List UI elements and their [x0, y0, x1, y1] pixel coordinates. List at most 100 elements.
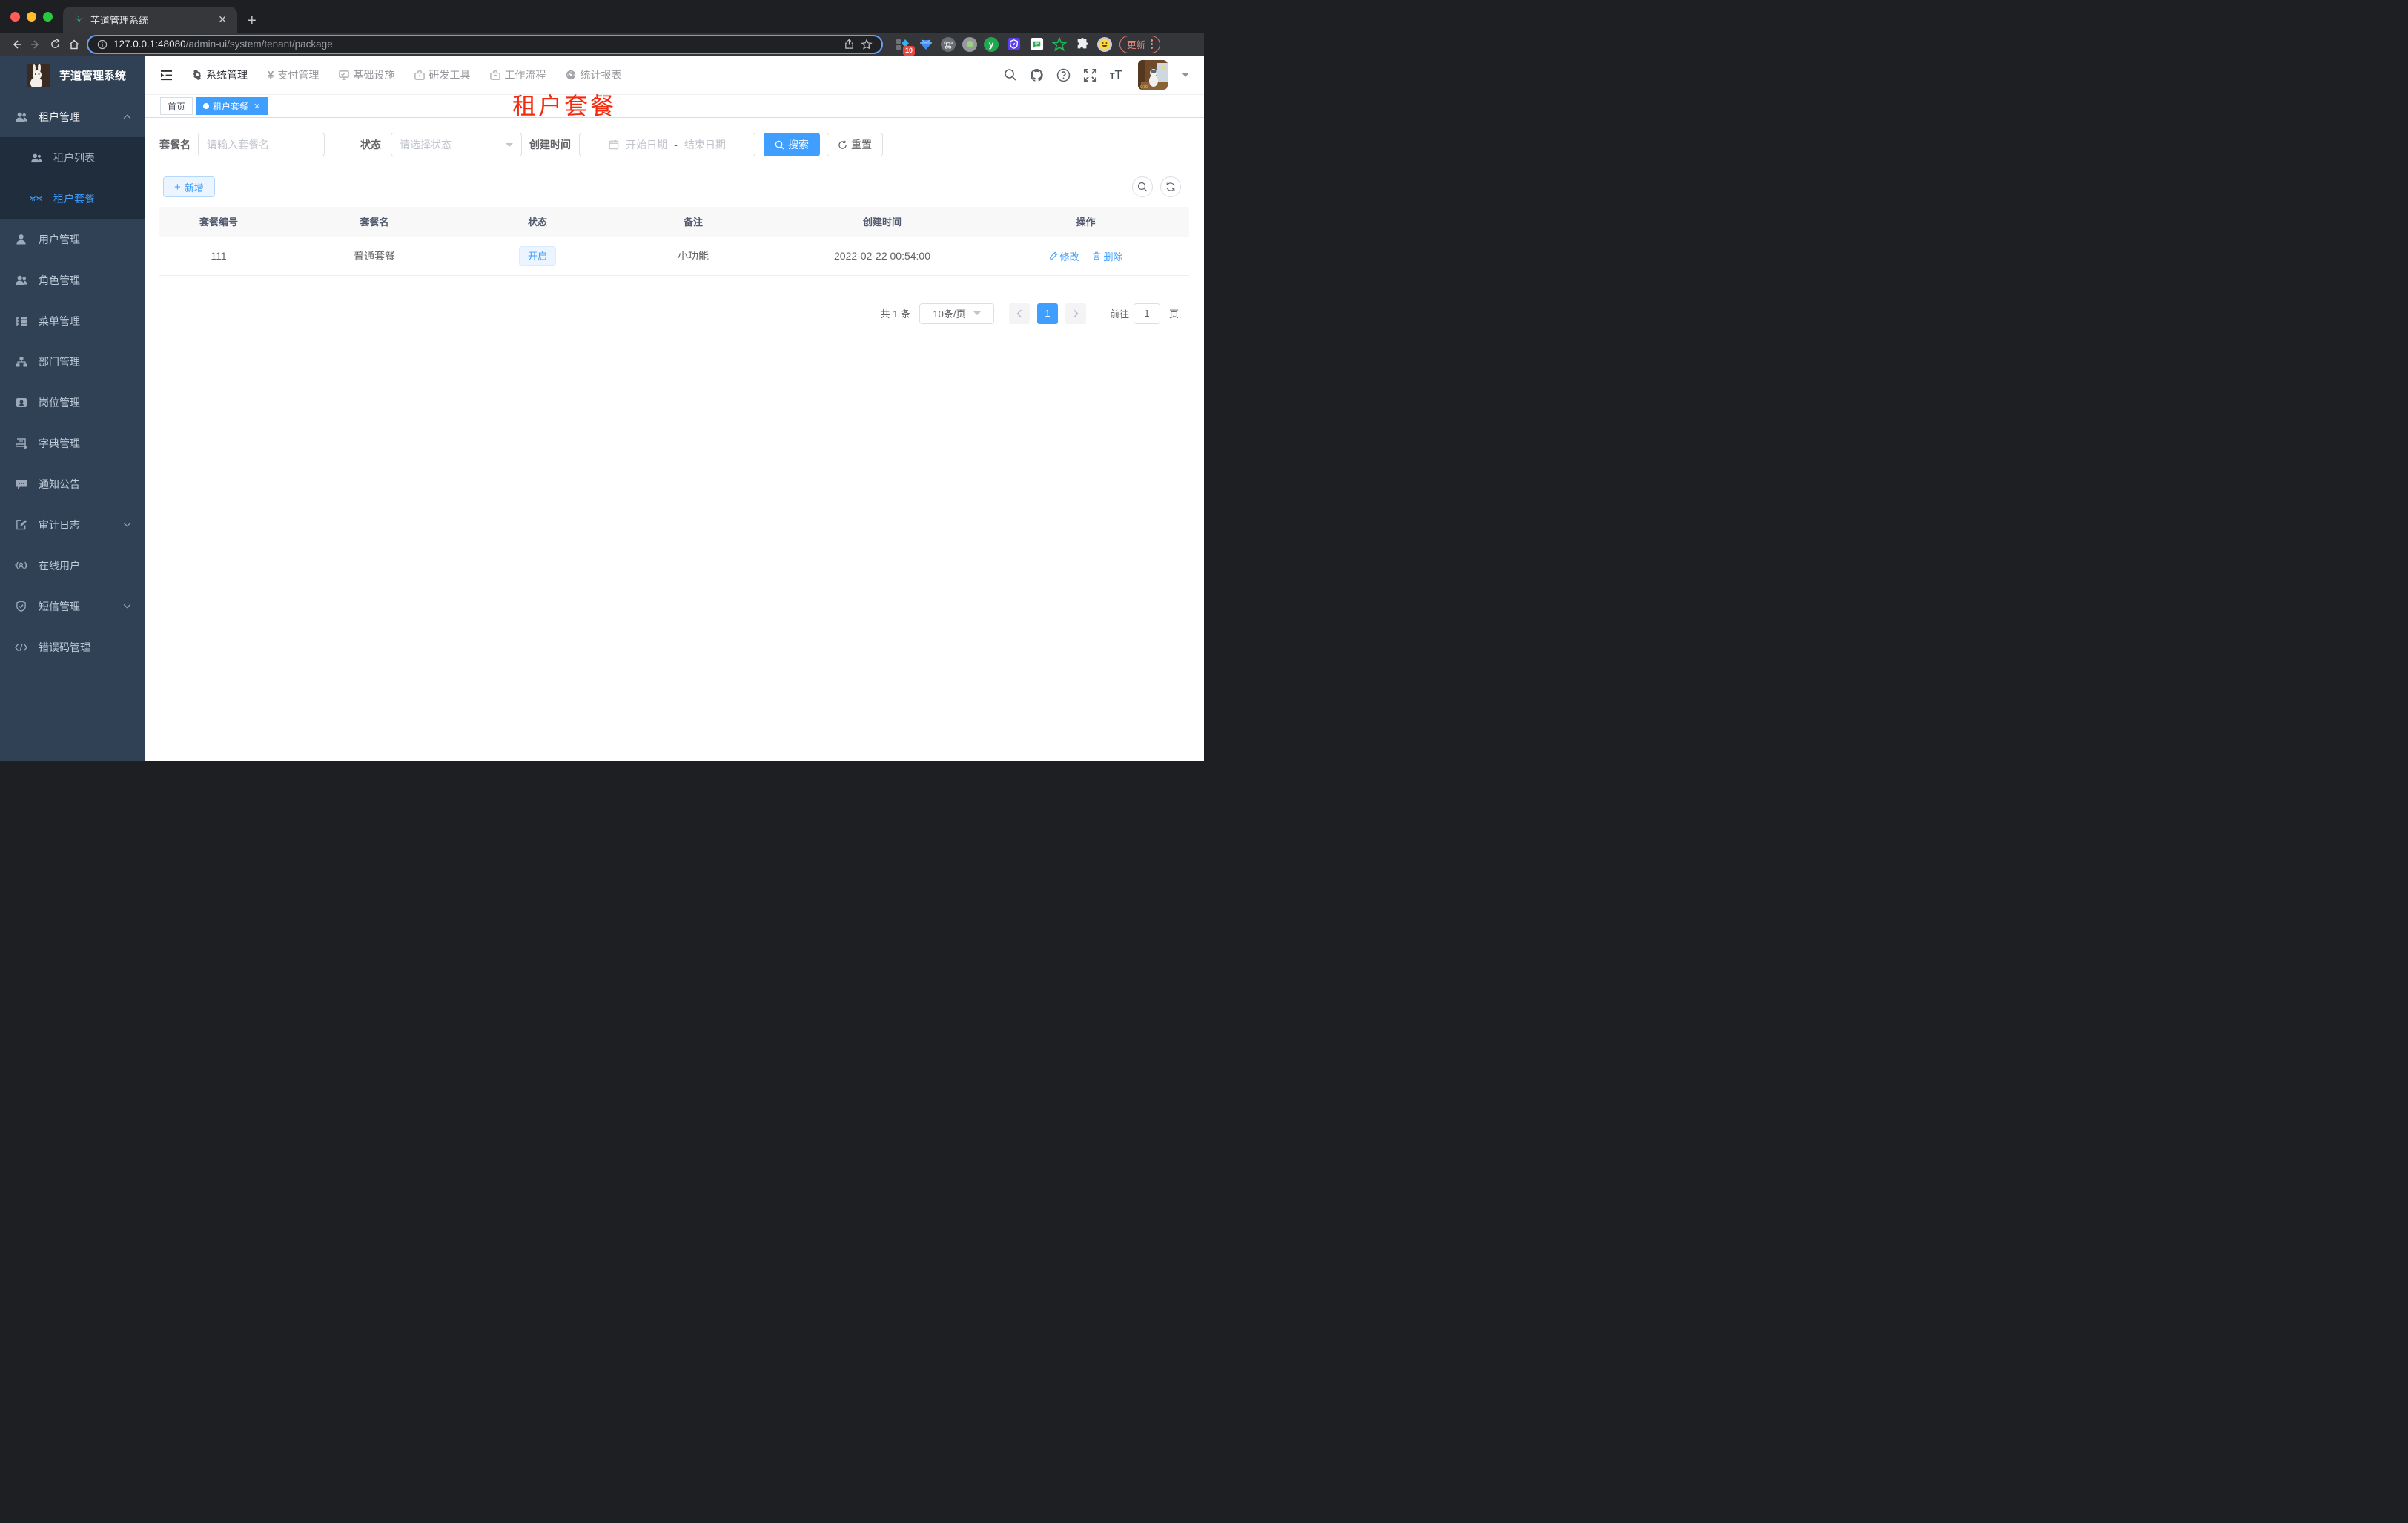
extension-chat-icon[interactable]	[1028, 36, 1045, 53]
sidebar-menu: 租户管理 租户列表 租户套餐 用户管理 角色管理 菜单管理 部门管理 岗位管理 …	[0, 96, 145, 667]
nav-item-system[interactable]: 系统管理	[192, 67, 248, 82]
sidebar-item-online-users[interactable]: 在线用户	[0, 545, 145, 586]
sidebar-item-label: 租户套餐	[53, 192, 95, 205]
status-select[interactable]: 请选择状态	[391, 133, 522, 156]
browser-tab[interactable]: 芋道管理系统 ✕	[63, 7, 237, 33]
svg-text:49: 49	[1162, 66, 1166, 70]
tab-favicon-icon	[73, 14, 85, 25]
reset-button[interactable]: 重置	[827, 133, 883, 156]
page-number-button[interactable]: 1	[1036, 303, 1058, 324]
toolbox-icon	[414, 70, 426, 80]
extension-emoji-icon[interactable]	[1097, 36, 1112, 52]
goto-page-input[interactable]: 1	[1133, 303, 1160, 324]
org-tree-icon	[15, 357, 27, 367]
refresh-table-button[interactable]	[1160, 176, 1181, 197]
sidebar-item-audit-log[interactable]: 审计日志	[0, 504, 145, 545]
sidebar-item-post-management[interactable]: 岗位管理	[0, 382, 145, 423]
table-header-row: 套餐编号 套餐名 状态 备注 创建时间 操作	[159, 207, 1189, 237]
extension-command-icon[interactable]	[941, 36, 956, 52]
browser-toolbar: 127.0.0.1:48080/admin-ui/system/tenant/p…	[0, 33, 1204, 56]
sidebar-item-label: 角色管理	[39, 274, 80, 286]
nav-item-reports[interactable]: 统计报表	[566, 67, 621, 82]
hide-search-button[interactable]	[1132, 176, 1153, 197]
browser-menu-icon[interactable]	[1151, 39, 1154, 49]
extension-shield-icon[interactable]	[1005, 36, 1022, 53]
trash-icon	[1092, 251, 1101, 260]
window-zoom-button[interactable]	[43, 12, 53, 22]
extension-puzzle-icon[interactable]	[1074, 36, 1091, 53]
home-button[interactable]	[64, 35, 84, 54]
back-button[interactable]	[7, 35, 26, 54]
sidebar-item-tenant-package[interactable]: 租户套餐	[0, 178, 145, 219]
extension-badge: 10	[902, 45, 915, 56]
sidebar-item-dept-management[interactable]: 部门管理	[0, 341, 145, 382]
add-button-label: 新增	[184, 182, 204, 194]
search-button[interactable]: 搜索	[764, 133, 820, 156]
new-tab-button[interactable]: +	[248, 13, 257, 28]
extension-tasks-icon[interactable]: 10	[895, 36, 915, 56]
sidebar-item-user-management[interactable]: 用户管理	[0, 219, 145, 260]
app-title: 芋道管理系统	[59, 70, 127, 82]
window-minimize-button[interactable]	[27, 12, 36, 22]
app-logo-row[interactable]: 芋道管理系统	[0, 56, 145, 95]
extension-star-icon[interactable]	[1051, 36, 1068, 53]
sidebar-item-error-code[interactable]: 错误码管理	[0, 627, 145, 667]
package-name-input[interactable]: 请输入套餐名	[198, 133, 325, 156]
share-icon[interactable]	[844, 39, 855, 50]
window-close-button[interactable]	[10, 12, 20, 22]
extensions-area: 10 y	[895, 36, 1112, 56]
site-info-icon[interactable]	[97, 39, 108, 50]
extension-gem-icon[interactable]	[918, 36, 934, 53]
font-size-icon[interactable]: TT	[1110, 67, 1122, 82]
cell-package-id: 111	[159, 237, 278, 276]
create-time-label: 创建时间	[529, 139, 571, 151]
help-icon[interactable]	[1056, 68, 1071, 82]
sidebar-item-notice[interactable]: 通知公告	[0, 463, 145, 504]
sidebar-item-menu-management[interactable]: 菜单管理	[0, 300, 145, 341]
forward-button[interactable]	[26, 35, 45, 54]
extension-y-icon[interactable]: y	[984, 36, 999, 52]
sidebar-item-label: 通知公告	[39, 478, 80, 490]
sidebar-item-role-management[interactable]: 角色管理	[0, 260, 145, 300]
date-range-picker[interactable]: 开始日期 - 结束日期	[579, 133, 755, 156]
next-page-button[interactable]	[1065, 303, 1086, 324]
tag-tenant-package[interactable]: 租户套餐 ✕	[196, 97, 268, 115]
tab-close-icon[interactable]: ✕	[215, 13, 230, 26]
select-placeholder: 请选择状态	[400, 139, 452, 151]
sidebar-item-dict-management[interactable]: 字典管理	[0, 423, 145, 463]
sidebar-collapse-icon[interactable]	[160, 70, 173, 81]
sidebar-item-label: 审计日志	[39, 518, 80, 531]
add-button[interactable]: + 新增	[163, 176, 215, 197]
app-header: 系统管理 ¥ 支付管理 基础设施 研发工具 工作流程 统计报表 TT 0:70 …	[145, 56, 1204, 95]
sidebar-item-tenant-list[interactable]: 租户列表	[0, 137, 145, 178]
search-button-label: 搜索	[788, 139, 809, 151]
nav-item-dev-tools[interactable]: 研发工具	[414, 67, 470, 82]
update-label: 更新	[1127, 40, 1146, 50]
sidebar-item-tenant-management[interactable]: 租户管理	[0, 96, 145, 137]
bookmark-star-icon[interactable]	[861, 38, 873, 50]
user-avatar[interactable]: 0:70 49	[1138, 60, 1168, 90]
table-row[interactable]: 111 普通套餐 开启 小功能 2022-02-22 00:54:00 修改 删…	[159, 237, 1189, 276]
avatar-dropdown-icon[interactable]	[1182, 73, 1189, 77]
nav-item-payment[interactable]: ¥ 支付管理	[268, 67, 319, 82]
nav-item-infrastructure[interactable]: 基础设施	[339, 67, 394, 82]
search-icon[interactable]	[1004, 68, 1017, 82]
header-actions: TT 0:70 49	[1004, 60, 1189, 90]
prev-page-button[interactable]	[1008, 303, 1030, 324]
fullscreen-icon[interactable]	[1083, 68, 1097, 82]
browser-update-button[interactable]: 更新	[1119, 35, 1161, 53]
sidebar-item-label: 用户管理	[39, 233, 80, 245]
page-size-select[interactable]: 10条/页	[919, 303, 994, 324]
url-bar[interactable]: 127.0.0.1:48080/admin-ui/system/tenant/p…	[87, 34, 883, 54]
edit-link[interactable]: 修改	[1049, 249, 1079, 263]
window-controls	[10, 12, 53, 22]
nav-item-workflow[interactable]: 工作流程	[490, 67, 546, 82]
github-icon[interactable]	[1030, 68, 1044, 82]
reload-button[interactable]	[45, 35, 64, 54]
tag-home[interactable]: 首页	[160, 97, 194, 115]
sidebar-item-sms-management[interactable]: 短信管理	[0, 586, 145, 627]
package-name-label: 套餐名	[159, 139, 191, 151]
tag-close-icon[interactable]: ✕	[254, 102, 260, 111]
delete-link[interactable]: 删除	[1092, 249, 1122, 263]
extension-grey-dot-icon[interactable]	[962, 36, 977, 52]
